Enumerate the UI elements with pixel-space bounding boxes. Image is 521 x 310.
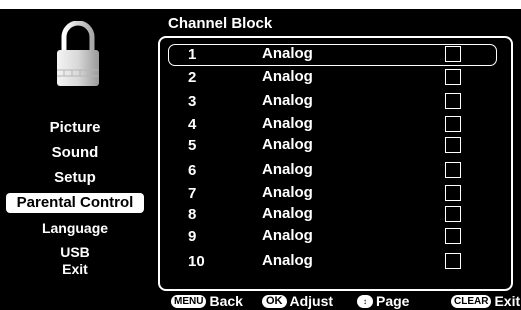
channel-type: Analog: [262, 227, 313, 244]
channel-row[interactable]: 3 Analog: [160, 91, 511, 113]
block-checkbox[interactable]: [445, 206, 461, 222]
block-checkbox[interactable]: [445, 46, 461, 62]
hint-page: ↕ Page: [357, 292, 409, 310]
up-down-arrows-icon: ↕: [357, 295, 373, 308]
tv-menu-screen: Picture Sound Setup Parental Control Lan…: [0, 9, 521, 310]
block-checkbox[interactable]: [445, 137, 461, 153]
channel-type: Analog: [262, 115, 313, 132]
block-checkbox[interactable]: [445, 228, 461, 244]
channel-number: 2: [188, 69, 197, 86]
channel-number: 5: [188, 137, 197, 154]
channel-number: 4: [188, 116, 197, 133]
menu-key-icon: MENU: [171, 295, 207, 308]
channel-type: Analog: [262, 136, 313, 153]
menu-item-setup[interactable]: Setup: [6, 169, 144, 187]
channel-row[interactable]: 1 Analog: [160, 44, 511, 66]
channel-number: 7: [188, 185, 197, 202]
channel-list: 1 Analog 2 Analog 3 Analog 4 Analog 5 An…: [158, 36, 513, 291]
channel-type: Analog: [262, 184, 313, 201]
menu-item-picture[interactable]: Picture: [6, 119, 144, 137]
channel-type: Analog: [262, 205, 313, 222]
hint-page-label: Page: [376, 293, 410, 309]
menu-item-language[interactable]: Language: [6, 219, 144, 237]
channel-type: Analog: [262, 45, 313, 62]
panel-title: Channel Block: [168, 15, 273, 32]
menu-item-exit[interactable]: Exit: [6, 260, 144, 278]
channel-row[interactable]: 10 Analog: [160, 251, 511, 273]
channel-type: Analog: [262, 68, 313, 85]
menu-item-sound[interactable]: Sound: [6, 144, 144, 162]
hint-exit: CLEAR Exit: [451, 292, 520, 310]
block-checkbox[interactable]: [445, 162, 461, 178]
padlock-icon: [57, 21, 99, 86]
channel-row[interactable]: 9 Analog: [160, 226, 511, 248]
hint-adjust-label: Adjust: [289, 293, 334, 309]
channel-row[interactable]: 5 Analog: [160, 135, 511, 157]
clear-key-icon: CLEAR: [451, 295, 492, 308]
channel-number: 1: [188, 46, 197, 63]
channel-number: 6: [188, 162, 197, 179]
channel-row[interactable]: 4 Analog: [160, 114, 511, 136]
hint-exit-label: Exit: [494, 293, 521, 309]
hint-adjust: OK Adjust: [262, 292, 333, 310]
hint-back-label: Back: [209, 293, 243, 309]
channel-type: Analog: [262, 161, 313, 178]
channel-type: Analog: [262, 92, 313, 109]
block-checkbox[interactable]: [445, 185, 461, 201]
menu-item-usb[interactable]: USB: [6, 243, 144, 261]
channel-type: Analog: [262, 252, 313, 269]
channel-row[interactable]: 2 Analog: [160, 67, 511, 89]
menu-item-parental-control[interactable]: Parental Control: [6, 193, 144, 213]
channel-row[interactable]: 8 Analog: [160, 204, 511, 226]
channel-row[interactable]: 6 Analog: [160, 160, 511, 182]
hint-back: MENU Back: [171, 292, 243, 310]
channel-number: 8: [188, 206, 197, 223]
channel-number: 3: [188, 93, 197, 110]
block-checkbox[interactable]: [445, 69, 461, 85]
channel-row[interactable]: 7 Analog: [160, 183, 511, 205]
ok-key-icon: OK: [262, 295, 287, 308]
channel-number: 10: [188, 253, 205, 270]
block-checkbox[interactable]: [445, 93, 461, 109]
channel-number: 9: [188, 228, 197, 245]
key-hints-bar: MENU Back OK Adjust ↕ Page CLEAR Exit: [168, 292, 521, 310]
block-checkbox[interactable]: [445, 253, 461, 269]
block-checkbox[interactable]: [445, 116, 461, 132]
